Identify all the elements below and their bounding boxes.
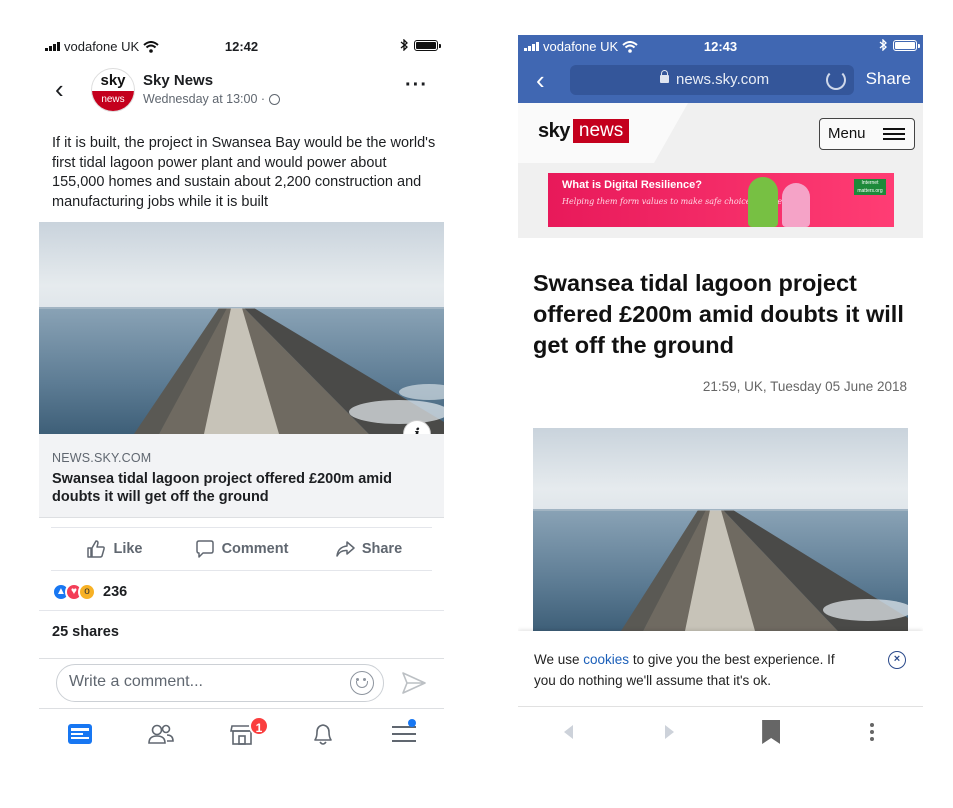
bluetooth-icon — [879, 39, 887, 51]
tab-news-feed[interactable] — [39, 709, 120, 758]
thumbs-up-icon — [87, 540, 106, 558]
back-arrow-icon — [564, 725, 574, 739]
bluetooth-icon — [400, 39, 408, 51]
ad-illustration — [782, 183, 810, 227]
avatar-logo-bottom: news — [92, 91, 134, 111]
safari-screen: vodafone UK 12:43 ‹ news.sky.com Share s… — [518, 35, 923, 760]
reactions-summary[interactable]: ▲ ♥ o 236 — [52, 583, 127, 601]
logo-sky: sky — [538, 119, 570, 142]
tab-bar: 1 — [39, 708, 444, 758]
more-options-icon[interactable]: ··· — [405, 74, 428, 97]
status-right — [879, 39, 920, 51]
status-time: 12:42 — [224, 39, 259, 54]
facebook-screen: vodafone UK 12:42 ‹ sky news Sky News We… — [39, 30, 444, 760]
status-bar: vodafone UK 12:42 — [39, 30, 444, 60]
site-header: sky news Menu What is Digital Resilience… — [518, 103, 923, 238]
post-text: If it is built, the project in Swansea B… — [52, 135, 436, 210]
logo-news: news — [572, 119, 630, 143]
comment-icon — [195, 540, 214, 558]
tab-friends[interactable] — [120, 709, 201, 758]
status-bar: vodafone UK 12:43 — [518, 35, 923, 57]
ad-sponsor-logo: Internet matters.org — [854, 179, 886, 195]
avatar[interactable]: sky news — [91, 68, 135, 112]
divider — [39, 658, 444, 659]
ad-illustration — [748, 177, 778, 227]
link-title: Swansea tidal lagoon project offered £20… — [52, 471, 393, 505]
reload-icon[interactable] — [826, 70, 846, 90]
comment-button[interactable]: Comment — [178, 528, 305, 570]
tab-notifications[interactable] — [282, 709, 363, 758]
menu-button[interactable]: Menu — [819, 118, 915, 150]
forward-button[interactable] — [619, 725, 720, 739]
status-time: 12:43 — [703, 39, 738, 54]
share-button[interactable]: Share — [866, 69, 911, 89]
like-button[interactable]: Like — [51, 528, 178, 570]
more-vertical-icon — [870, 730, 875, 734]
menu-label: Menu — [828, 125, 866, 142]
friends-icon — [147, 724, 174, 744]
status-right — [400, 39, 441, 51]
tab-marketplace[interactable]: 1 — [201, 709, 282, 758]
browser-nav-bar: ‹ news.sky.com Share — [518, 57, 923, 103]
reactions-count: 236 — [103, 584, 128, 600]
back-icon[interactable]: ‹ — [536, 65, 545, 96]
article-headline: Swansea tidal lagoon project offered £20… — [533, 270, 904, 358]
notification-badge: 1 — [249, 716, 269, 736]
hamburger-icon — [883, 128, 905, 140]
avatar-logo-top: sky — [100, 72, 126, 89]
divider — [39, 610, 444, 611]
post-header: ‹ sky news Sky News Wednesday at 13:00 ·… — [39, 66, 444, 116]
battery-icon — [414, 39, 441, 51]
menu-dot — [408, 719, 416, 727]
wow-reaction-icon: o — [78, 583, 96, 601]
lock-icon — [660, 70, 669, 83]
link-domain: NEWS.SKY.COM — [52, 451, 152, 465]
image-breakwater — [533, 509, 908, 631]
cookie-message: We use cookies to give you the best expe… — [534, 649, 854, 691]
post-image[interactable] — [39, 222, 444, 434]
article-image[interactable] — [533, 428, 908, 631]
comment-input[interactable] — [69, 673, 339, 691]
article-date: 21:59, UK, Tuesday 05 June 2018 — [702, 379, 907, 394]
globe-icon — [269, 93, 281, 105]
cookies-link[interactable]: cookies — [583, 652, 629, 667]
bell-icon — [313, 723, 332, 745]
bookmark-icon — [762, 720, 781, 744]
url-text: news.sky.com — [676, 71, 770, 88]
shares-count[interactable]: 25 shares — [52, 624, 119, 640]
more-button[interactable] — [822, 730, 923, 734]
news-feed-icon — [67, 723, 92, 744]
battery-icon — [893, 39, 920, 51]
ad-headline: What is Digital Resilience? — [562, 179, 702, 191]
share-button[interactable]: Share — [305, 528, 432, 570]
comment-label: Comment — [221, 541, 289, 557]
share-label: Share — [361, 541, 403, 557]
cookie-text-before: We use — [534, 652, 584, 667]
post-actions: Like Comment Share — [51, 527, 432, 571]
close-icon[interactable]: × — [888, 651, 906, 669]
like-label: Like — [113, 541, 143, 557]
timestamp-text: Wednesday at 13:00 · — [143, 92, 266, 106]
comment-field[interactable] — [56, 664, 384, 702]
browser-toolbar — [518, 707, 923, 757]
emoji-icon[interactable] — [350, 671, 374, 695]
forward-arrow-icon — [665, 725, 675, 739]
send-icon[interactable] — [401, 671, 427, 695]
share-icon — [336, 541, 355, 557]
cookie-banner: We use cookies to give you the best expe… — [518, 631, 923, 707]
address-bar[interactable]: news.sky.com — [570, 65, 854, 95]
bookmark-button[interactable] — [721, 720, 822, 744]
image-breakwater — [39, 307, 444, 434]
link-preview-card[interactable]: NEWS.SKY.COM Swansea tidal lagoon projec… — [39, 434, 444, 518]
post-timestamp: Wednesday at 13:00 · — [143, 92, 281, 106]
back-icon[interactable]: ‹ — [55, 76, 64, 102]
advert-banner[interactable]: What is Digital Resilience? Helping them… — [548, 173, 894, 227]
tab-menu[interactable] — [363, 709, 444, 758]
page-name[interactable]: Sky News — [143, 72, 213, 89]
back-button[interactable] — [518, 725, 619, 739]
sky-news-logo[interactable]: sky news — [538, 119, 630, 143]
